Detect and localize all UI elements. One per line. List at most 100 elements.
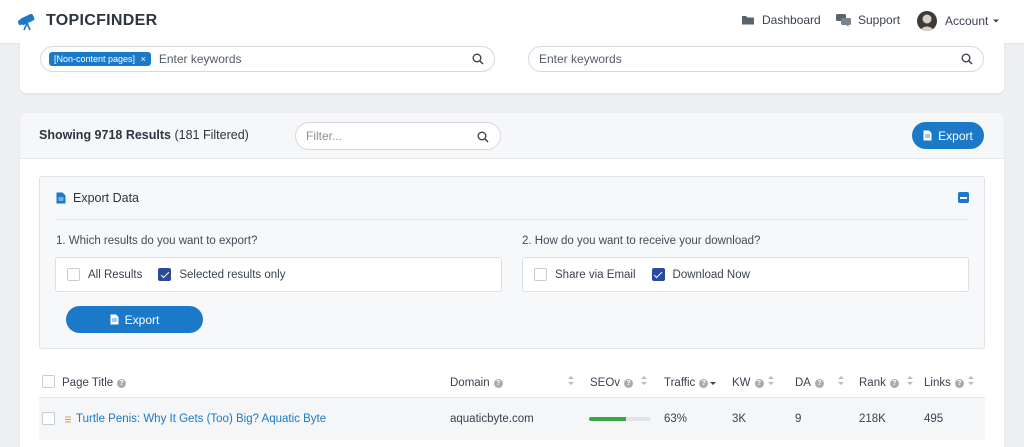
results-count: Showing 9718 Results (181 Filtered): [39, 128, 249, 142]
select-all-checkbox[interactable]: [42, 375, 55, 388]
help-icon[interactable]: ?: [954, 378, 964, 388]
sort-icon[interactable]: [968, 374, 974, 388]
column-rank[interactable]: Rank ?: [859, 377, 899, 389]
column-domain-label: Domain: [450, 377, 490, 389]
option-all-results[interactable]: All Results: [67, 268, 142, 281]
all-results-checkbox[interactable]: [67, 268, 80, 281]
left-keyword-placeholder: Enter keywords: [158, 52, 242, 66]
row-page-title-link[interactable]: Turtle Penis: Why It Gets (Too) Big? Aqu…: [76, 413, 326, 425]
filter-tag[interactable]: [Non-content pages] ×: [49, 52, 151, 66]
export-button-top[interactable]: Export: [912, 122, 984, 149]
search-icon[interactable]: [961, 53, 973, 65]
export-data-panel: Export Data 1. Which results do you want…: [39, 176, 985, 349]
column-traffic-label: Traffic: [664, 377, 696, 389]
search-icon[interactable]: [477, 131, 489, 143]
left-keyword-input[interactable]: [Non-content pages] × Enter keywords: [40, 46, 495, 72]
export-delivery-options: Share via Email Download Now: [522, 257, 969, 292]
help-icon[interactable]: ?: [699, 378, 709, 388]
column-seov-label: SEOv: [590, 377, 621, 389]
row-links: 495: [924, 413, 944, 425]
export-scope-question: 1. Which results do you want to export?: [56, 235, 258, 247]
filter-tag-label: [Non-content pages]: [54, 54, 136, 64]
seov-bar-fill: [589, 417, 627, 421]
nav-dashboard[interactable]: Dashboard: [741, 13, 821, 27]
document-icon: [56, 192, 66, 204]
help-icon[interactable]: ?: [493, 378, 503, 388]
column-links[interactable]: Links ?: [924, 377, 964, 389]
column-rank-label: Rank: [859, 377, 886, 389]
download-now-label: Download Now: [672, 268, 750, 281]
all-results-label: All Results: [88, 268, 143, 281]
results-card: Showing 9718 Results (181 Filtered) Filt…: [20, 113, 1004, 447]
collapse-panel-button[interactable]: [958, 192, 969, 203]
app-logo[interactable]: TOPICFINDER: [18, 11, 157, 31]
results-header: Showing 9718 Results (181 Filtered) Filt…: [20, 113, 1004, 159]
help-icon[interactable]: ?: [117, 378, 127, 388]
filter-input[interactable]: Filter...: [295, 122, 501, 150]
keyword-search-card: [Non-content pages] × Enter keywords Ent…: [20, 36, 1004, 93]
download-now-checkbox[interactable]: [651, 268, 665, 281]
column-da[interactable]: DA ?: [795, 377, 824, 389]
column-domain[interactable]: Domain ?: [450, 377, 503, 389]
panel-divider: [55, 219, 969, 220]
row-checkbox[interactable]: [42, 412, 55, 425]
column-page-title-label: Page Title: [62, 377, 114, 389]
export-submit-button[interactable]: Export: [66, 306, 203, 333]
nav-dashboard-label: Dashboard: [762, 13, 821, 27]
column-page-title[interactable]: Page Title ?: [62, 377, 127, 389]
nav-account-label: Account: [945, 14, 989, 28]
export-panel-title: Export Data: [56, 191, 139, 205]
avatar: [917, 11, 937, 31]
export-submit-label: Export: [124, 312, 160, 327]
sort-icon[interactable]: [907, 374, 913, 388]
app-name: TOPICFINDER: [46, 12, 158, 29]
selected-only-checkbox[interactable]: [158, 268, 172, 281]
column-links-label: Links: [924, 377, 951, 389]
table-row[interactable]: Turtle Penis: Why It Gets (Too) Big? Aqu…: [39, 397, 985, 440]
document-icon: [110, 314, 119, 325]
export-delivery-question: 2. How do you want to receive your downl…: [522, 235, 761, 247]
folder-icon: [742, 16, 754, 25]
row-traffic: 63%: [664, 413, 688, 425]
sort-icon[interactable]: [641, 374, 647, 388]
row-da: 9: [795, 413, 802, 425]
column-traffic[interactable]: Traffic ?: [664, 377, 709, 389]
page-lines-icon: [65, 416, 71, 423]
nav-account[interactable]: Account: [917, 11, 1000, 31]
export-panel-title-text: Export Data: [73, 191, 140, 205]
right-keyword-input[interactable]: Enter keywords: [528, 46, 984, 72]
sort-desc-icon[interactable]: [710, 374, 716, 388]
remove-tag-icon[interactable]: ×: [141, 54, 146, 64]
option-selected-only[interactable]: Selected results only: [158, 268, 285, 281]
caret-down-icon: [993, 19, 1000, 23]
nav-support[interactable]: Support: [836, 13, 900, 27]
results-filtered-label: (181 Filtered): [174, 128, 249, 142]
help-icon[interactable]: ?: [754, 378, 764, 388]
column-kw-label: KW: [732, 377, 751, 389]
row-domain: aquaticbyte.com: [450, 413, 534, 425]
telescope-icon: [18, 13, 35, 31]
export-scope-options: All Results Selected results only: [55, 257, 502, 292]
results-table-header: Page Title ? Domain ? SEOv ? Traffic ? K…: [39, 369, 985, 397]
help-icon[interactable]: ?: [814, 378, 824, 388]
export-button-top-label: Export: [938, 128, 973, 143]
share-email-checkbox[interactable]: [534, 268, 547, 281]
help-icon[interactable]: ?: [889, 378, 899, 388]
column-da-label: DA: [795, 377, 811, 389]
selected-only-label: Selected results only: [179, 268, 286, 281]
sort-icon[interactable]: [838, 374, 844, 388]
sort-icon[interactable]: [768, 374, 774, 388]
column-seov[interactable]: SEOv ?: [590, 377, 634, 389]
help-icon[interactable]: ?: [624, 378, 634, 388]
chat-bubbles-icon: [836, 13, 851, 27]
option-share-email[interactable]: Share via Email: [534, 268, 636, 281]
column-kw[interactable]: KW ?: [732, 377, 764, 389]
row-rank: 218K: [859, 413, 886, 425]
seov-bar: [589, 417, 651, 421]
search-icon[interactable]: [472, 53, 484, 65]
filter-placeholder: Filter...: [306, 129, 343, 143]
sort-icon[interactable]: [568, 374, 574, 388]
results-showing-label: Showing 9718 Results: [39, 128, 171, 142]
option-download-now[interactable]: Download Now: [651, 268, 750, 281]
document-icon: [923, 130, 932, 141]
